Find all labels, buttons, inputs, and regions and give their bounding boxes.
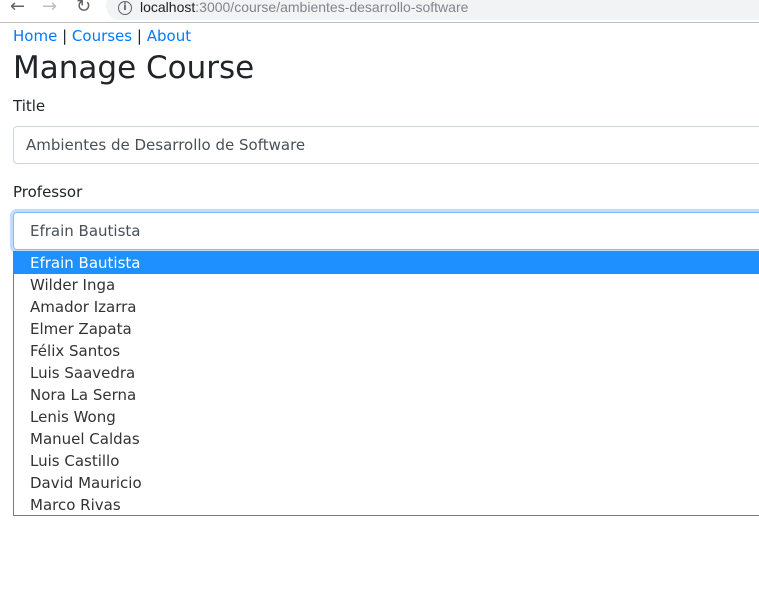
nav-separator: |	[62, 27, 68, 45]
info-icon[interactable]: i	[118, 1, 132, 15]
url-host: localhost	[140, 0, 196, 15]
address-bar[interactable]: i localhost:3000/course/ambientes-desarr…	[106, 0, 759, 20]
professor-option[interactable]: Luis Castillo	[14, 450, 759, 472]
professor-option[interactable]: Efrain Bautista	[14, 252, 759, 274]
professor-option[interactable]: David Mauricio	[14, 472, 759, 494]
professor-option[interactable]: Nora La Serna	[14, 384, 759, 406]
professor-option[interactable]: Marco Rivas	[14, 494, 759, 516]
title-input[interactable]: Ambientes de Desarrollo de Software	[13, 126, 759, 164]
professor-option[interactable]: Manuel Caldas	[14, 428, 759, 450]
professor-label: Professor	[13, 183, 83, 201]
url-text: localhost:3000/course/ambientes-desarrol…	[140, 0, 468, 15]
nav-home[interactable]: Home	[13, 27, 57, 45]
back-icon[interactable]: ←	[10, 0, 25, 17]
url-path: :3000/course/ambientes-desarrollo-softwa…	[195, 0, 469, 15]
professor-option[interactable]: Lenis Wong	[14, 406, 759, 428]
professor-option[interactable]: Wilder Inga	[14, 274, 759, 296]
forward-icon[interactable]: →	[42, 0, 57, 17]
nav-separator: |	[136, 27, 142, 45]
nav-about[interactable]: About	[147, 27, 191, 45]
professor-option[interactable]: Félix Santos	[14, 340, 759, 362]
top-nav: Home | Courses | About	[13, 27, 191, 45]
professor-dropdown-list: Efrain Bautista Wilder Inga Amador Izarra E…	[13, 251, 759, 516]
reload-icon[interactable]: ↻	[76, 0, 91, 17]
nav-courses[interactable]: Courses	[72, 27, 132, 45]
professor-option[interactable]: Elmer Zapata	[14, 318, 759, 340]
page-title: Manage Course	[13, 50, 255, 86]
professor-option[interactable]: Amador Izarra	[14, 296, 759, 318]
professor-select[interactable]: Efrain Bautista	[13, 212, 759, 250]
browser-toolbar: ← → ↻ i localhost:3000/course/ambientes-…	[0, 0, 759, 23]
title-label: Title	[13, 97, 46, 115]
professor-option[interactable]: Luis Saavedra	[14, 362, 759, 384]
